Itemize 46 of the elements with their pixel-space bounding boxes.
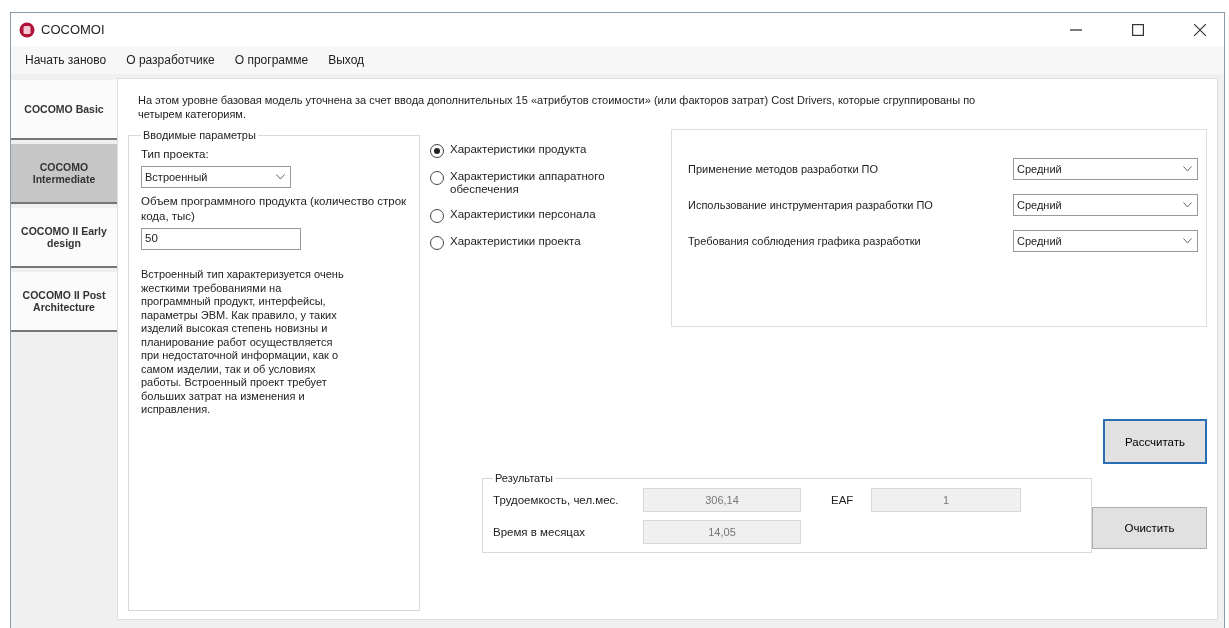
radio-label[interactable]: Характеристики персонала xyxy=(450,208,596,221)
field-label: Объем программного продукта (количество строк кода, тыс) xyxy=(141,194,408,224)
side-tab[interactable]: COCOMO Intermediate xyxy=(11,144,117,204)
menu-item[interactable]: Выход xyxy=(328,53,365,67)
clear-button[interactable]: Очистить xyxy=(1092,507,1207,549)
radio-button[interactable] xyxy=(430,171,444,185)
radio-label[interactable]: Характеристики продукта xyxy=(450,143,587,156)
chevron-icon xyxy=(1183,166,1192,172)
type-description: Встроенный тип характеризуется очень жесткими требованиями на программный продукт, интерфейсы, параметры ЭВМ. Как правило, у таких изделий высокая степень новизны и планирование работ осуществляется при недостаточной информации, как о самом изделии, так и об условиях работы. Встроенный проект требует больших затрат на изменения и исправления. xyxy=(141,268,345,417)
radio-button[interactable] xyxy=(430,236,444,250)
maximize-icon[interactable] xyxy=(1132,23,1144,36)
level-dropdown[interactable]: Средний xyxy=(1013,230,1198,252)
radio-button[interactable] xyxy=(430,209,444,223)
attribute-label: Требования соблюдения графика разработки xyxy=(688,235,921,247)
group-title: Вводимые параметры xyxy=(142,129,257,141)
calculate-button[interactable]: Рассчитать xyxy=(1103,419,1207,464)
radio-label[interactable]: Характеристики аппаратного обеспечения xyxy=(450,170,640,196)
field-label: Тип проекта: xyxy=(141,147,210,162)
side-tab[interactable]: COCOMO II Early design xyxy=(11,208,117,268)
chevron-icon xyxy=(1183,238,1192,244)
attribute-label: Использование инструментария разработки ПО xyxy=(688,199,933,211)
chevron-icon xyxy=(1183,202,1192,208)
window-title: COCOMOI xyxy=(41,22,105,37)
size-input[interactable]: 50 xyxy=(141,228,301,250)
side-tab[interactable]: COCOMO Basic xyxy=(11,80,117,140)
menu-item[interactable]: О программе xyxy=(234,53,309,67)
chevron-icon xyxy=(276,174,285,180)
app-icon xyxy=(19,21,35,38)
effort-output: 306,14 xyxy=(643,488,801,512)
description-text: На этом уровне базовая модель уточнена за счет ввода дополнительных 15 «атрибутов стоимости» (или факторов затрат) Cost Drivers, которые сгруппированы по четырем категориям. xyxy=(138,93,977,121)
eaf-output: 1 xyxy=(871,488,1021,512)
time-output: 14,05 xyxy=(643,520,801,544)
level-dropdown[interactable]: Средний xyxy=(1013,194,1198,216)
result-label: Трудоемкость, чел.мес. xyxy=(493,494,620,506)
level-dropdown[interactable]: Средний xyxy=(1013,158,1198,180)
radio-button[interactable] xyxy=(430,144,444,158)
close-icon[interactable] xyxy=(1194,23,1206,36)
attribute-label: Применение методов разработки ПО xyxy=(688,163,879,175)
result-label: EAF xyxy=(830,494,855,506)
side-tab[interactable]: COCOMO II Post Architecture xyxy=(11,272,117,332)
menu-item[interactable]: Начать заново xyxy=(25,53,107,67)
group-title: Результаты xyxy=(494,472,554,484)
project-type-dropdown[interactable]: Встроенный xyxy=(141,166,291,188)
result-label: Время в месяцах xyxy=(493,526,587,538)
menu-item[interactable]: О разработчике xyxy=(126,53,215,67)
radio-label[interactable]: Характеристики проекта xyxy=(450,235,581,248)
